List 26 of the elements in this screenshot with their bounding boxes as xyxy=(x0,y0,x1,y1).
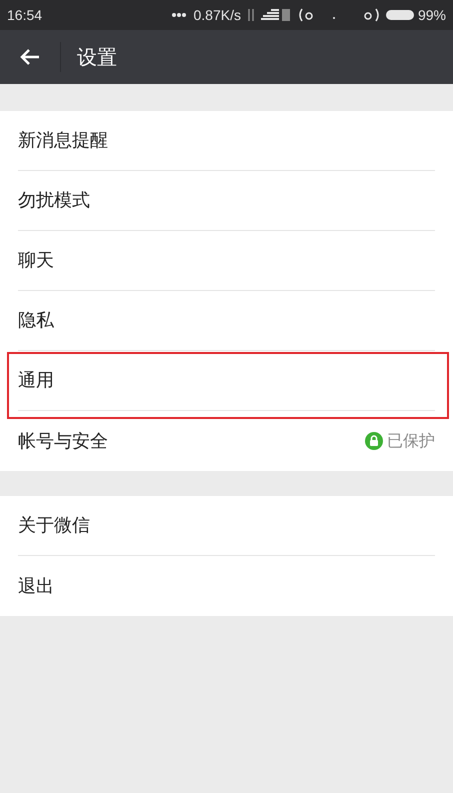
back-icon xyxy=(20,48,40,66)
status-time: 16:54 xyxy=(7,6,42,24)
settings-item[interactable]: 隐私 xyxy=(18,291,435,351)
item-label: 隐私 xyxy=(18,309,54,333)
page-title: 设置 xyxy=(77,44,117,71)
settings-item[interactable]: 关于微信 xyxy=(18,496,435,556)
settings-item[interactable]: 通用 xyxy=(18,351,435,411)
network-speed: 0.87K/s xyxy=(193,6,241,24)
lock-icon xyxy=(365,432,383,450)
battery-icon xyxy=(384,9,415,21)
item-label: 通用 xyxy=(18,369,54,393)
item-label: 聊天 xyxy=(18,249,54,273)
item-label: 帐号与安全 xyxy=(18,430,108,454)
settings-item[interactable]: 帐号与安全 已保护 xyxy=(18,411,435,471)
settings-item[interactable]: 退出 xyxy=(18,556,435,616)
item-label: 关于微信 xyxy=(18,514,90,538)
settings-item[interactable]: 新消息提醒 xyxy=(18,111,435,171)
item-label: 退出 xyxy=(18,574,54,598)
settings-item[interactable]: 聊天 xyxy=(18,231,435,291)
status-label: 已保护 xyxy=(387,430,435,452)
battery-percent: 99% xyxy=(418,6,446,24)
settings-item[interactable]: 勿扰模式 xyxy=(18,171,435,231)
signal-icon xyxy=(260,9,291,21)
item-label: 新消息提醒 xyxy=(18,129,108,153)
item-label: 勿扰模式 xyxy=(18,189,90,213)
more-icon xyxy=(172,13,186,17)
